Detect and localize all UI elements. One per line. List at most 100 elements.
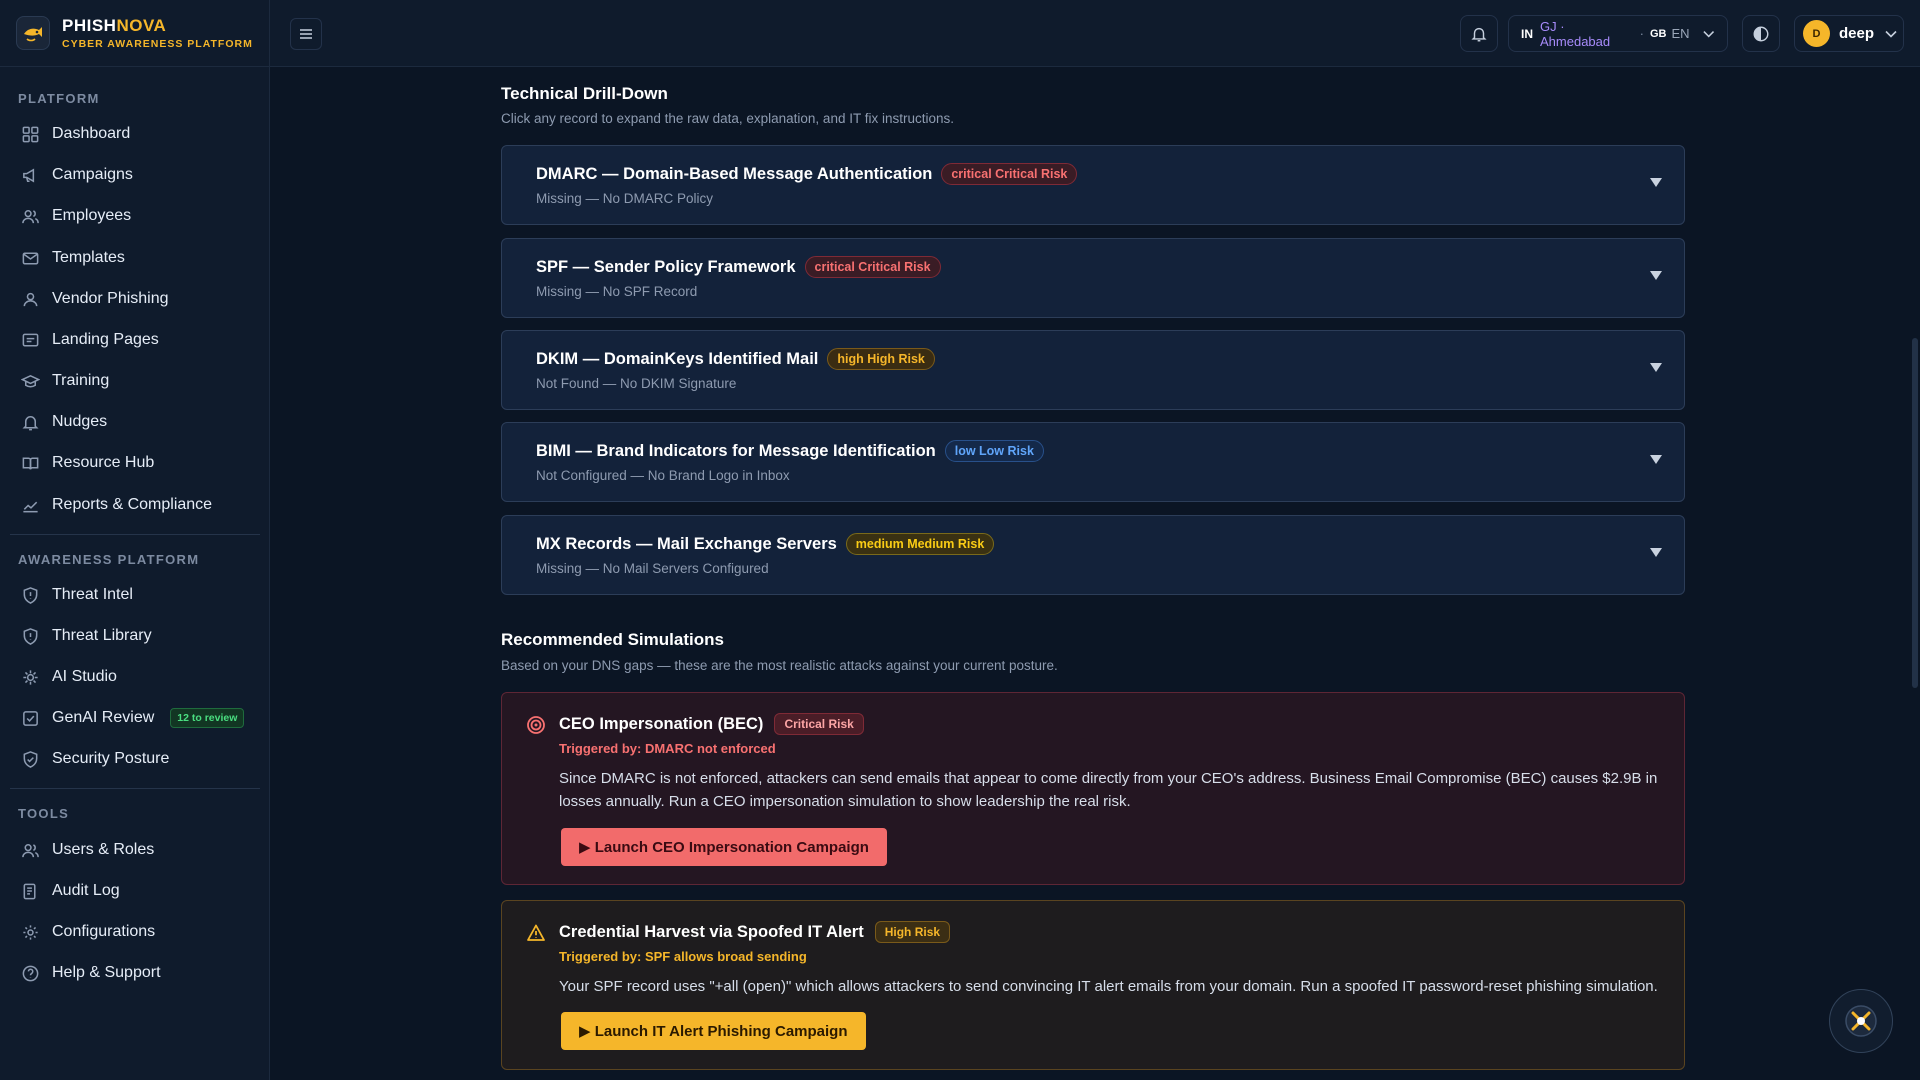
sidebar-item-label: Campaigns [52, 166, 133, 183]
sidebar-item-label: AI Studio [52, 668, 117, 685]
bell-icon [1471, 27, 1487, 41]
simulation-title: Credential Harvest via Spoofed IT Alert [559, 922, 864, 941]
location-language-selector[interactable]: IN GJ · Ahmedabad · GB EN [1508, 15, 1728, 52]
dns-record-bimi[interactable]: BIMI — Brand Indicators for Message Iden… [501, 422, 1685, 502]
chevron-down-icon [1702, 30, 1714, 37]
risk-badge: critical Critical Risk [804, 256, 941, 278]
megaphone-icon [20, 165, 40, 185]
dns-record-dkim[interactable]: DKIM — DomainKeys Identified Mail high Hi… [501, 330, 1685, 410]
assistant-launcher-button[interactable] [1829, 989, 1893, 1053]
record-title: MX Records — Mail Exchange Servers [536, 534, 837, 553]
expand-caret-icon[interactable] [1650, 548, 1662, 557]
section-label-tools: TOOLS [18, 806, 70, 821]
shield-check-icon [20, 749, 40, 769]
country-code: IN [1521, 26, 1533, 41]
record-title: BIMI — Brand Indicators for Message Iden… [536, 441, 936, 460]
page-icon [20, 330, 40, 350]
ai-icon [20, 667, 40, 687]
sidebar-item-training[interactable]: Training [20, 366, 250, 396]
simulations-title: Recommended Simulations [501, 630, 724, 649]
sidebar-item-label: Vendor Phishing [52, 290, 169, 307]
expand-caret-icon[interactable] [1650, 178, 1662, 187]
theme-toggle-button[interactable] [1742, 15, 1780, 52]
sidebar-item-label: Nudges [52, 413, 108, 430]
graduation-cap-icon [20, 371, 40, 391]
users-icon [20, 206, 40, 226]
dns-record-dmarc[interactable]: DMARC — Domain-Based Message Authenticat… [501, 145, 1685, 225]
language-label: EN [1671, 26, 1690, 41]
brand-subtitle: CYBER AWARENESS PLATFORM [62, 38, 253, 50]
sidebar-item-resource-hub[interactable]: Resource Hub [20, 448, 250, 478]
sidebar-item-label: Threat Library [52, 627, 152, 644]
sidebar-item-reports-compliance[interactable]: Reports & Compliance [20, 490, 250, 520]
brand[interactable]: PHISHNOVA CYBER AWARENESS PLATFORM [0, 0, 269, 67]
simulation-trigger: Triggered by: DMARC not enforced [559, 741, 776, 756]
sidebar-item-nudges[interactable]: Nudges [20, 407, 250, 437]
simulation-trigger: Triggered by: SPF allows broad sending [559, 949, 807, 964]
sidebar-item-audit-log[interactable]: Audit Log [20, 876, 250, 906]
sidebar-item-dashboard[interactable]: Dashboard [20, 119, 250, 149]
sidebar-item-label: Dashboard [52, 125, 131, 142]
notifications-button[interactable] [1460, 15, 1498, 52]
record-title: DKIM — DomainKeys Identified Mail [536, 349, 819, 368]
sidebar-divider [10, 788, 260, 789]
sidebar-item-ai-studio[interactable]: AI Studio [20, 662, 250, 692]
sidebar-item-label: Employees [52, 207, 132, 224]
sidebar-item-help-support[interactable]: Help & Support [20, 958, 250, 988]
sidebar-item-label: Landing Pages [52, 331, 159, 348]
record-status: Missing — No SPF Record [536, 284, 698, 299]
expand-caret-icon[interactable] [1650, 455, 1662, 464]
check-square-icon [20, 708, 40, 728]
sidebar-item-threat-library[interactable]: Threat Library [20, 621, 250, 651]
sidebar-item-vendor-phishing[interactable]: Vendor Phishing [20, 284, 250, 314]
sidebar-item-users-roles[interactable]: Users & Roles [20, 835, 250, 865]
section-label-platform: PLATFORM [18, 91, 100, 106]
log-icon [20, 881, 40, 901]
sidebar-item-label: GenAI Review [52, 709, 155, 726]
assistant-icon [1845, 1005, 1877, 1037]
sidebar-item-templates[interactable]: Templates [20, 243, 250, 273]
expand-caret-icon[interactable] [1650, 271, 1662, 280]
book-icon [20, 453, 40, 473]
expand-caret-icon[interactable] [1650, 363, 1662, 372]
shield-alert-icon [20, 626, 40, 646]
contrast-icon [1753, 26, 1769, 41]
dns-record-spf[interactable]: SPF — Sender Policy Framework critical Cr… [501, 238, 1685, 318]
risk-badge: High Risk [874, 921, 951, 943]
drilldown-subtitle: Click any record to expand the raw data,… [501, 111, 954, 126]
simulation-card-ceo-impersonation: CEO Impersonation (BEC) Critical Risk Tri… [501, 692, 1685, 885]
record-title: DMARC — Domain-Based Message Authenticat… [536, 164, 933, 183]
sidebar-item-landing-pages[interactable]: Landing Pages [20, 325, 250, 355]
location-label: GJ · Ahmedabad [1540, 18, 1611, 49]
simulation-description: Since DMARC is not enforced, attackers c… [559, 770, 1658, 810]
user-icon [20, 289, 40, 309]
dns-record-mx[interactable]: MX Records — Mail Exchange Servers medium… [501, 515, 1685, 595]
record-title: SPF — Sender Policy Framework [536, 257, 796, 276]
simulation-description: Your SPF record uses "+all (open)" which… [559, 978, 1658, 995]
sidebar-item-genai-review[interactable]: GenAI Review 12 to review [20, 703, 250, 733]
user-menu[interactable]: D deep [1794, 15, 1904, 52]
simulation-card-credential-harvest: Credential Harvest via Spoofed IT Alert H… [501, 900, 1685, 1070]
chart-icon [20, 495, 40, 515]
launch-ceo-impersonation-button[interactable]: ▶ Launch CEO Impersonation Campaign [561, 828, 887, 866]
risk-badge: high High Risk [827, 348, 935, 370]
sidebar-item-configurations[interactable]: Configurations [20, 917, 250, 947]
sidebar-item-campaigns[interactable]: Campaigns [20, 160, 250, 190]
sidebar-item-security-posture[interactable]: Security Posture [20, 744, 250, 774]
brand-name: PHISHNOVA [62, 16, 167, 35]
avatar: D [1803, 20, 1830, 47]
chevron-down-icon [1885, 30, 1897, 38]
section-label-awareness: AWARENESS PLATFORM [18, 552, 200, 567]
sidebar-item-threat-intel[interactable]: Threat Intel [20, 580, 250, 610]
scrollbar-thumb[interactable] [1912, 338, 1918, 688]
sidebar-item-employees[interactable]: Employees [20, 201, 250, 231]
sidebar-divider [10, 534, 260, 535]
target-icon [527, 716, 545, 734]
menu-toggle-button[interactable] [290, 18, 322, 50]
launch-it-alert-phishing-button[interactable]: ▶ Launch IT Alert Phishing Campaign [561, 1012, 866, 1050]
risk-badge: critical Critical Risk [941, 163, 1078, 185]
sidebar-item-label: Training [52, 372, 110, 389]
risk-badge: medium Medium Risk [845, 533, 995, 555]
users-icon [20, 840, 40, 860]
mail-icon [20, 248, 40, 268]
